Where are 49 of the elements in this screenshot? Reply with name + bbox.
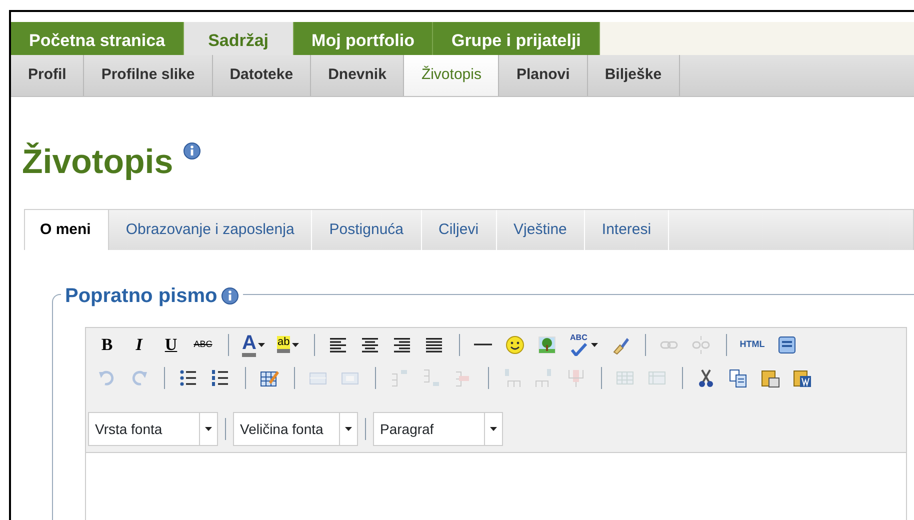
- page-title: Životopis: [22, 143, 174, 181]
- info-icon[interactable]: [221, 287, 240, 305]
- caret-icon[interactable]: [292, 342, 299, 346]
- cut-icon: [696, 368, 716, 388]
- info-icon[interactable]: [182, 142, 201, 160]
- strikethrough-button[interactable]: ABC: [188, 332, 218, 358]
- dropdown-field[interactable]: Vrsta fonta: [88, 412, 218, 446]
- sub-nav-tab[interactable]: Životopis: [404, 55, 500, 96]
- sub-nav-tab[interactable]: Bilješke: [588, 55, 680, 96]
- copy-icon: [728, 368, 748, 388]
- image-icon: [536, 334, 557, 354]
- dropdown-field[interactable]: Paragraf: [373, 412, 503, 446]
- sub-nav-tab[interactable]: Profilne slike: [84, 55, 213, 96]
- caret-icon: [205, 427, 212, 431]
- bold-button[interactable]: B: [92, 332, 122, 358]
- numbered-list-icon: [210, 368, 230, 388]
- unlink-icon: [690, 334, 711, 354]
- html-button[interactable]: HTML: [734, 332, 770, 358]
- document-icon: [776, 334, 797, 354]
- sub-nav-tab[interactable]: Datoteke: [212, 55, 312, 96]
- spellcheck-button[interactable]: ABC: [564, 332, 603, 358]
- caret-icon: [345, 427, 352, 431]
- horizontal-rule-icon: [472, 343, 493, 346]
- main-nav-tab[interactable]: Sadržaj: [184, 22, 294, 55]
- main-nav-tab[interactable]: Početna stranica: [11, 22, 184, 55]
- paste-icon: [760, 368, 780, 388]
- underline-button[interactable]: U: [156, 332, 186, 358]
- section-tab[interactable]: O meni: [25, 210, 109, 250]
- checkmark-icon: [568, 342, 589, 356]
- paste-from-word-icon: [792, 368, 812, 388]
- main-nav-tab[interactable]: Moj portfolio: [294, 22, 434, 55]
- smiley-icon: [504, 334, 525, 354]
- section-tab[interactable]: Ciljevi: [422, 210, 497, 250]
- section-tab[interactable]: Obrazovanje i zaposlenja: [108, 210, 312, 250]
- text-color-button[interactable]: A: [237, 332, 270, 358]
- main-nav-tab[interactable]: Grupe i prijatelji: [433, 22, 600, 55]
- bullet-list-icon: [178, 368, 198, 388]
- section-tab[interactable]: Postignuća: [312, 210, 422, 250]
- caret-icon: [490, 427, 497, 431]
- sub-nav-tab[interactable]: Profil: [11, 55, 84, 96]
- highlight-button[interactable]: ab: [272, 332, 304, 358]
- section-tab[interactable]: Vještine: [496, 210, 585, 250]
- section-legend: Popratno pismo: [65, 281, 218, 311]
- italic-button[interactable]: I: [124, 332, 154, 358]
- sub-nav-tab[interactable]: Planovi: [499, 55, 588, 96]
- caret-icon[interactable]: [590, 342, 598, 346]
- dropdown-field[interactable]: Veličina fonta: [233, 412, 358, 446]
- caret-icon[interactable]: [258, 342, 266, 346]
- section-tab[interactable]: Interesi: [584, 210, 670, 250]
